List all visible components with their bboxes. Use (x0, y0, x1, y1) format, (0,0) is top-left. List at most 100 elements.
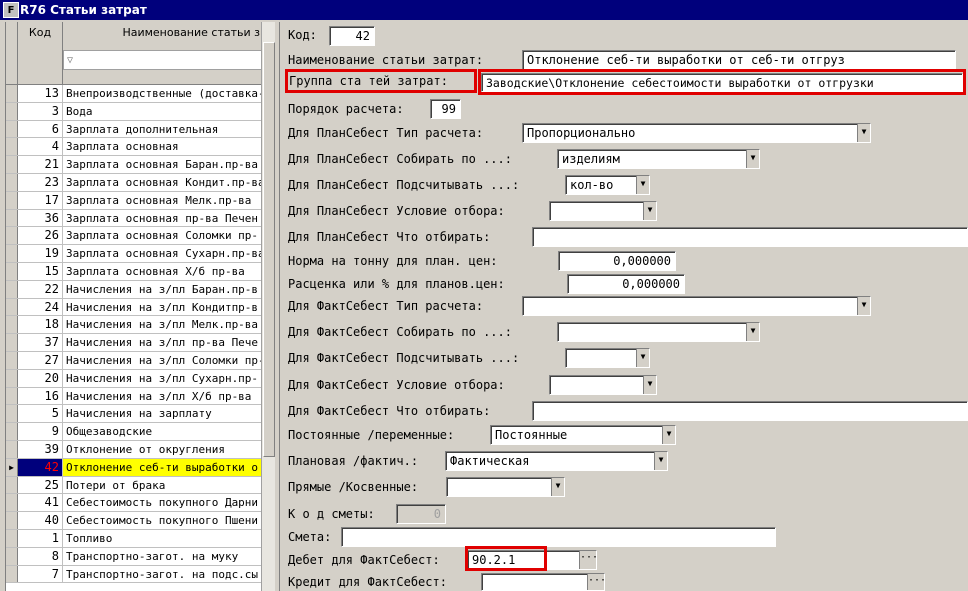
cell-kod[interactable]: 36 (18, 209, 63, 227)
table-row[interactable]: 6 Зарплата дополнительная (6, 120, 261, 139)
row-indicator[interactable] (6, 156, 18, 173)
row-indicator[interactable] (6, 173, 18, 191)
credit-field[interactable]: ··· (481, 573, 605, 591)
chevron-down-icon[interactable]: ▼ (636, 349, 649, 367)
table-row[interactable]: 36 Зарплата основная пр-ва Печен (6, 209, 261, 228)
chevron-down-icon[interactable]: ▼ (643, 202, 656, 220)
cell-kod[interactable]: 15 (18, 262, 63, 280)
plan-fact-select[interactable]: Фактическая ▼ (445, 451, 668, 471)
chevron-down-icon[interactable]: ▼ (857, 297, 870, 315)
panel-splitter[interactable] (275, 22, 280, 591)
row-indicator[interactable] (6, 405, 18, 423)
row-indicator[interactable] (6, 102, 18, 120)
fact-what-field[interactable] (532, 401, 968, 421)
cell-name[interactable]: Зарплата основная Кондит.пр-ва (63, 174, 261, 191)
cell-kod[interactable]: 7 (18, 565, 63, 583)
cell-kod[interactable]: 6 (18, 120, 63, 138)
plan-what-field[interactable] (532, 227, 968, 247)
chevron-down-icon[interactable]: ▼ (643, 376, 656, 394)
table-row[interactable]: 18 Начисления на з/пл Мелк.пр-ва (6, 316, 261, 335)
cell-name[interactable]: Начисления на з/пл Сухарн.пр- (63, 370, 261, 387)
chevron-down-icon[interactable]: ▼ (746, 323, 759, 341)
row-indicator[interactable] (6, 138, 18, 156)
cell-kod[interactable]: 18 (18, 316, 63, 334)
cell-kod[interactable]: 41 (18, 494, 63, 512)
cell-name[interactable]: Топливо (63, 530, 261, 547)
cell-kod[interactable]: 16 (18, 387, 63, 405)
cell-kod[interactable]: 23 (18, 173, 63, 191)
scrollbar-thumb[interactable] (263, 42, 275, 457)
row-pointer-icon[interactable]: ▶ (6, 458, 18, 476)
table-row[interactable]: 15 Зарплата основная Х/б пр-ва (6, 262, 261, 281)
cell-kod[interactable]: 13 (18, 85, 63, 102)
table-row[interactable]: 9 Общезаводские (6, 423, 261, 441)
smeta-field[interactable] (341, 527, 776, 547)
cell-kod[interactable]: 25 (18, 476, 63, 494)
chevron-down-icon[interactable]: ▼ (551, 478, 564, 496)
table-row[interactable]: 40 Себестоимость покупного Пшени (6, 512, 261, 530)
cell-name[interactable]: Внепроизводственные (доставка- (63, 85, 261, 102)
cell-kod[interactable]: 8 (18, 547, 63, 565)
cell-name[interactable]: Зарплата основная Мелк.пр-ва (63, 192, 261, 209)
cell-name[interactable]: Себестоимость покупного Дарни (63, 494, 261, 511)
cell-name[interactable]: Зарплата основная Баран.пр-ва (63, 156, 261, 173)
chevron-down-icon[interactable]: ▼ (746, 150, 759, 168)
plan-cond-select[interactable]: ▼ (549, 201, 657, 221)
row-indicator[interactable] (6, 369, 18, 387)
cell-name[interactable]: Себестоимость покупного Пшени (63, 512, 261, 529)
cell-kod[interactable]: 3 (18, 102, 63, 120)
row-indicator[interactable] (6, 423, 18, 440)
cell-name[interactable]: Начисления на з/пл Баран.пр-в (63, 281, 261, 298)
row-indicator[interactable] (6, 280, 18, 298)
cell-name[interactable]: Зарплата основная пр-ва Печен (63, 210, 261, 227)
row-indicator[interactable] (6, 387, 18, 405)
row-indicator[interactable] (6, 85, 18, 102)
chevron-down-icon[interactable]: ▼ (662, 426, 675, 444)
table-row[interactable]: 1 Топливо (6, 529, 261, 548)
chevron-down-icon[interactable]: ▼ (654, 452, 667, 470)
cell-kod[interactable]: 21 (18, 156, 63, 173)
row-indicator[interactable] (6, 245, 18, 262)
table-row[interactable]: 17 Зарплата основная Мелк.пр-ва (6, 191, 261, 210)
rate-field[interactable]: 0,000000 (567, 274, 685, 294)
plan-count-select[interactable]: кол-во ▼ (565, 175, 650, 195)
cell-name[interactable]: Отклонение себ-ти выработки о (63, 458, 261, 476)
cell-name[interactable]: Зарплата основная Х/б пр-ва (63, 263, 261, 280)
cell-name[interactable]: Зарплата основная Сухарн.пр-ва (63, 245, 261, 262)
row-indicator[interactable] (6, 547, 18, 565)
cell-kod[interactable]: 26 (18, 227, 63, 245)
norm-field[interactable]: 0,000000 (558, 251, 676, 271)
const-var-select[interactable]: Постоянные ▼ (490, 425, 676, 445)
row-indicator[interactable] (6, 298, 18, 316)
row-indicator[interactable] (6, 351, 18, 369)
row-indicator[interactable] (6, 316, 18, 334)
cell-name[interactable]: Начисления на зарплату (63, 405, 261, 422)
cell-name[interactable]: Транспортно-загот. на подс.сы (63, 566, 261, 583)
fact-type-select[interactable]: ▼ (522, 296, 871, 316)
row-indicator[interactable] (6, 476, 18, 494)
cell-kod[interactable]: 40 (18, 512, 63, 529)
row-indicator[interactable] (6, 209, 18, 227)
cell-kod[interactable]: 42 (18, 458, 63, 476)
row-indicator[interactable] (6, 262, 18, 280)
lookup-ellipsis-button[interactable]: ··· (587, 574, 604, 590)
table-row[interactable]: 26 Зарплата основная Соломки пр- (6, 227, 261, 246)
fact-count-select[interactable]: ▼ (565, 348, 650, 368)
cell-name[interactable]: Общезаводские (63, 423, 261, 440)
cell-name[interactable]: Начисления на з/пл Мелк.пр-ва (63, 316, 261, 333)
cell-kod[interactable]: 27 (18, 351, 63, 369)
cell-name[interactable]: Начисления на з/пл Х/б пр-ва (63, 388, 261, 405)
grid-vertical-scrollbar[interactable] (261, 22, 275, 591)
cell-name[interactable]: Отклонение от округления (63, 441, 261, 458)
table-row[interactable]: ▶ 42 Отклонение себ-ти выработки о (6, 458, 261, 477)
row-indicator[interactable] (6, 529, 18, 547)
table-row[interactable]: 20 Начисления на з/пл Сухарн.пр- (6, 369, 261, 388)
row-indicator[interactable] (6, 227, 18, 245)
cell-name[interactable]: Зарплата основная Соломки пр- (63, 227, 261, 244)
lookup-ellipsis-button[interactable]: ··· (579, 551, 596, 569)
cell-kod[interactable]: 9 (18, 423, 63, 440)
cell-name[interactable]: Начисления на з/пл Кондитпр-в (63, 299, 261, 316)
table-row[interactable]: 25 Потери от брака (6, 476, 261, 495)
row-indicator[interactable] (6, 334, 18, 351)
row-indicator[interactable] (6, 191, 18, 209)
